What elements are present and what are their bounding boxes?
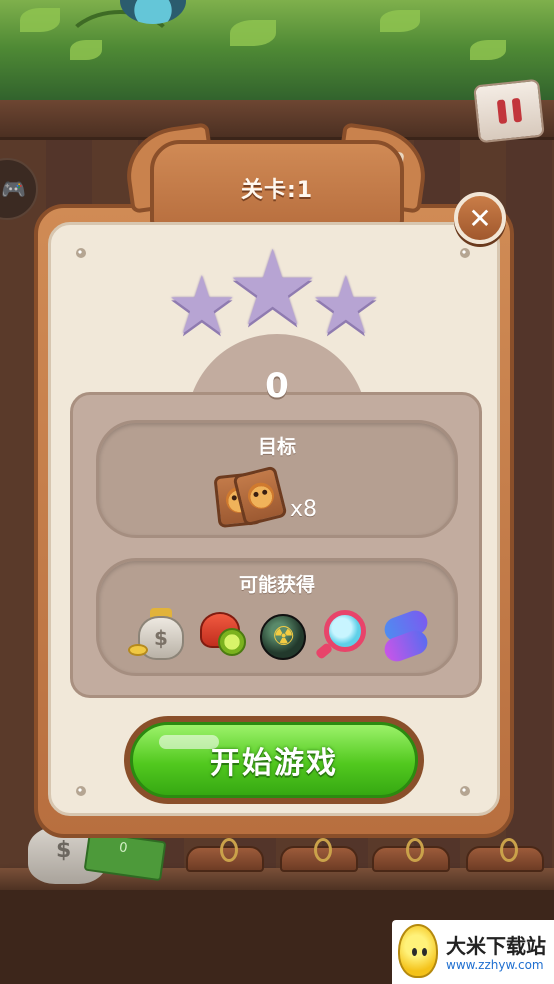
bomb-icon [256, 606, 310, 660]
alarm-clock-icon [196, 606, 250, 660]
star-icon-3: ★ [310, 259, 382, 352]
rivet [76, 248, 86, 258]
reward-title: 可能获得 [238, 574, 315, 596]
watermark-name: 大米下载站 [446, 934, 546, 958]
rivet [460, 248, 470, 258]
goal-count: x8 [290, 497, 318, 522]
rivet [76, 786, 86, 796]
star-icon-2: ★ [226, 227, 320, 349]
top-shelf [0, 100, 554, 140]
close-button[interactable]: ✕ [454, 192, 506, 244]
boot-icon [186, 838, 264, 872]
money-bag-icon: $ [128, 606, 186, 660]
cash-value: 0 [118, 840, 129, 857]
start-game-button[interactable]: 开始游戏 [124, 716, 424, 804]
egg-mascot-icon [398, 924, 438, 978]
watermark-url: www.zzhyw.com [446, 958, 544, 972]
forest-background [0, 0, 554, 105]
score-value: 0 [265, 366, 289, 406]
goal-title: 目标 [257, 436, 296, 458]
pause-button[interactable] [473, 78, 545, 144]
boot-icon [466, 838, 544, 872]
boot-icon [372, 838, 450, 872]
magnifier-icon [314, 606, 370, 660]
watermark: 大米下载站 www.zzhyw.com [392, 920, 554, 984]
start-game-label[interactable]: 开始游戏 [130, 722, 418, 798]
rivet [460, 786, 470, 796]
level-title: 关卡:1 [240, 178, 314, 203]
boot-icon [280, 838, 358, 872]
swap-icon [378, 606, 432, 665]
